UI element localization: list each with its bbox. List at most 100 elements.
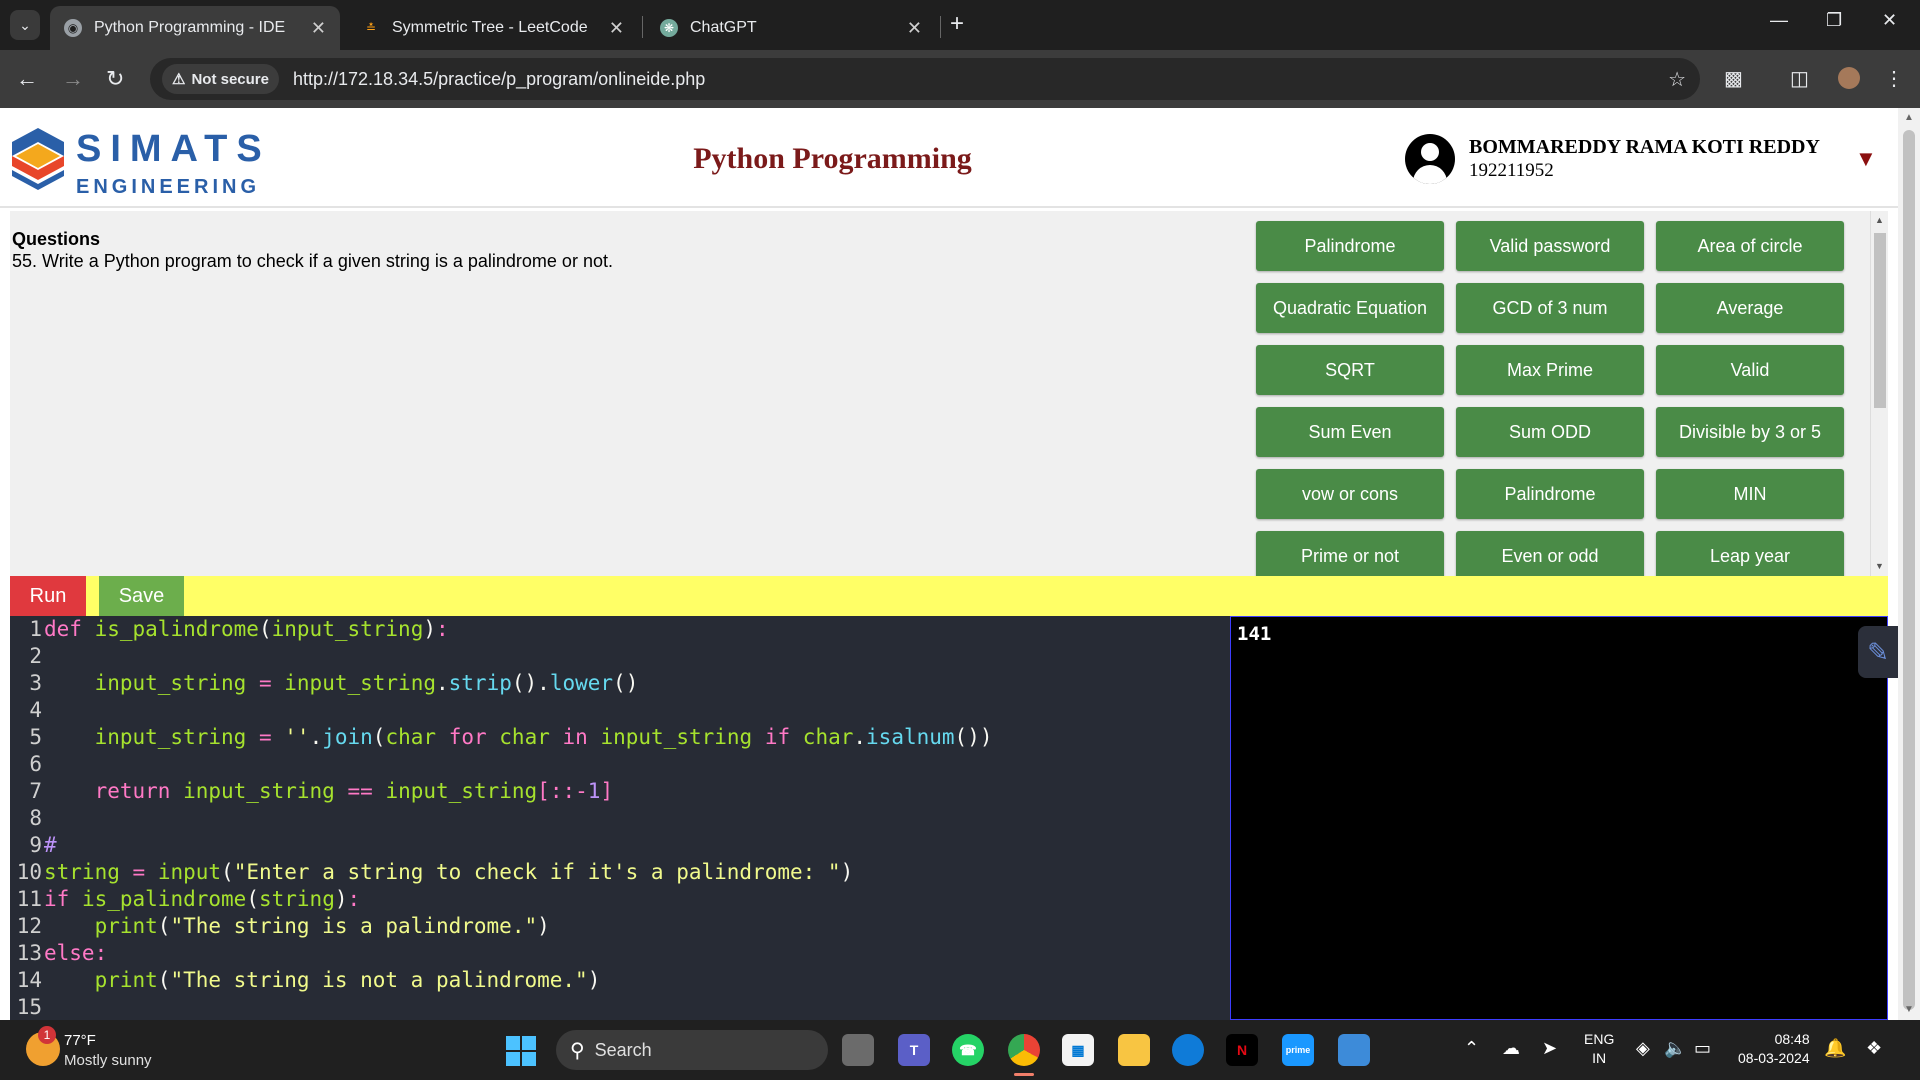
code-text: print("The string is a palindrome.") <box>94 914 550 938</box>
more-menu-icon[interactable]: ⋮ <box>1884 66 1904 91</box>
program-list-scrollbar[interactable]: ▲ ▼ <box>1870 211 1888 576</box>
netflix-icon[interactable]: N <box>1226 1034 1258 1066</box>
scroll-down-arrow-icon[interactable]: ▼ <box>1875 561 1884 571</box>
address-bar-row: ← → ↻ ⚠ Not secure http://172.18.34.5/pr… <box>0 50 1920 108</box>
file-explorer-icon[interactable] <box>1118 1034 1150 1066</box>
weather-temperature[interactable]: 77°F <box>64 1032 96 1049</box>
bookmark-star-icon[interactable]: ☆ <box>1668 67 1686 92</box>
program-button-divisible[interactable]: Divisible by 3 or 5 <box>1656 407 1844 457</box>
chrome-icon[interactable] <box>1008 1034 1040 1066</box>
tab-chatgpt[interactable]: ❋ ChatGPT ✕ <box>646 6 936 50</box>
code-line[interactable]: 7 return input_string == input_string[::… <box>10 778 1230 805</box>
program-button-min[interactable]: MIN <box>1656 469 1844 519</box>
code-line[interactable]: 3 input_string = input_string.strip().lo… <box>10 670 1230 697</box>
code-line[interactable]: 8 <box>10 805 1230 832</box>
code-line[interactable]: 11 if is_palindrome(string): <box>10 886 1230 913</box>
program-button-sum-even[interactable]: Sum Even <box>1256 407 1444 457</box>
location-icon[interactable]: ➤ <box>1542 1038 1557 1059</box>
question-panel: Questions 55. Write a Python program to … <box>10 211 1230 576</box>
extensions-icon[interactable]: ▩ <box>1724 66 1743 91</box>
code-line[interactable]: 4 <box>10 697 1230 724</box>
save-button[interactable]: Save <box>99 576 184 616</box>
language-indicator[interactable]: ENG IN <box>1584 1030 1614 1068</box>
scroll-up-arrow-icon[interactable]: ▲ <box>1875 215 1884 225</box>
back-arrow-icon[interactable]: ← <box>16 66 38 92</box>
system-clock[interactable]: 08:48 08-03-2024 <box>1738 1030 1810 1068</box>
program-button-palindrome[interactable]: Palindrome <box>1256 221 1444 271</box>
program-button-even-or-odd[interactable]: Even or odd <box>1456 531 1644 576</box>
program-button-area-of-circle[interactable]: Area of circle <box>1656 221 1844 271</box>
close-icon[interactable]: ✕ <box>609 18 624 39</box>
whatsapp-icon[interactable]: ☎ <box>952 1034 984 1066</box>
speaker-muted-icon[interactable]: 🔈 <box>1664 1038 1686 1059</box>
program-button-max-prime[interactable]: Max Prime <box>1456 345 1644 395</box>
output-console[interactable]: 141 <box>1230 616 1888 1020</box>
program-button-sum-odd[interactable]: Sum ODD <box>1456 407 1644 457</box>
url-text[interactable]: http://172.18.34.5/practice/p_program/on… <box>293 69 705 90</box>
program-button-prime-or-not[interactable]: Prime or not <box>1256 531 1444 576</box>
side-panel-icon[interactable]: ◫ <box>1790 66 1809 91</box>
minimize-icon[interactable]: — <box>1770 10 1788 31</box>
windows-start-icon[interactable] <box>506 1036 536 1066</box>
new-tab-button[interactable]: + <box>950 10 964 38</box>
page-scrollbar[interactable]: ▲ ▼ <box>1898 108 1920 1020</box>
photos-icon[interactable] <box>1338 1034 1370 1066</box>
program-button-palindrome-2[interactable]: Palindrome <box>1456 469 1644 519</box>
code-line[interactable]: 14 print("The string is not a palindrome… <box>10 967 1230 994</box>
store-icon[interactable]: ▦ <box>1062 1034 1094 1066</box>
program-button-quadratic-equation[interactable]: Quadratic Equation <box>1256 283 1444 333</box>
close-icon[interactable]: ✕ <box>311 18 326 39</box>
omnibox[interactable]: ⚠ Not secure http://172.18.34.5/practice… <box>150 58 1700 100</box>
program-button-gcd[interactable]: GCD of 3 num <box>1456 283 1644 333</box>
user-avatar-icon[interactable] <box>1405 134 1455 184</box>
tray-chevron-up-icon[interactable]: ⌃ <box>1464 1038 1479 1059</box>
tab-python-ide[interactable]: ◉ Python Programming - IDE ✕ <box>50 6 340 50</box>
taskbar-search[interactable]: ⚲ Search <box>556 1030 828 1070</box>
program-button-sqrt[interactable]: SQRT <box>1256 345 1444 395</box>
code-line[interactable]: 15 <box>10 994 1230 1020</box>
code-line[interactable]: 13 else: <box>10 940 1230 967</box>
line-number: 4 <box>29 698 42 722</box>
scroll-up-arrow-icon[interactable]: ▲ <box>1904 112 1914 123</box>
code-line[interactable]: 6 <box>10 751 1230 778</box>
window-close-icon[interactable]: ✕ <box>1882 10 1897 31</box>
task-view-icon[interactable] <box>842 1034 874 1066</box>
code-line[interactable]: 1 def is_palindrome(input_string): <box>10 616 1230 643</box>
onedrive-icon[interactable]: ☁ <box>1502 1038 1520 1059</box>
code-editor[interactable]: 1 def is_palindrome(input_string): 2 3 inpu… <box>10 616 1230 1020</box>
extension-pen-icon[interactable]: ✎ <box>1858 626 1898 678</box>
close-icon[interactable]: ✕ <box>907 18 922 39</box>
scroll-thumb[interactable] <box>1874 233 1886 408</box>
site-info-button[interactable]: ⚠ Not secure <box>162 64 279 94</box>
copilot-icon[interactable]: ❖ <box>1866 1038 1882 1059</box>
tab-search-button[interactable]: ⌄ <box>10 10 40 40</box>
code-line[interactable]: 2 <box>10 643 1230 670</box>
tab-leetcode[interactable]: ≛ Symmetric Tree - LeetCode ✕ <box>348 6 638 50</box>
edge-icon[interactable] <box>1172 1034 1204 1066</box>
code-line[interactable]: 10 string = input("Enter a string to chec… <box>10 859 1230 886</box>
program-button-leap-year[interactable]: Leap year <box>1656 531 1844 576</box>
line-number: 6 <box>29 752 42 776</box>
forward-arrow-icon[interactable]: → <box>62 66 84 92</box>
teams-icon[interactable]: T <box>898 1034 930 1066</box>
battery-icon[interactable]: ▭ <box>1694 1038 1711 1059</box>
program-button-valid-password[interactable]: Valid password <box>1456 221 1644 271</box>
user-menu-caret-icon[interactable]: ▼ <box>1855 146 1877 172</box>
windows-taskbar: 1 77°F Mostly sunny ⚲ Search T ☎ ▦ N pri… <box>0 1020 1920 1080</box>
profile-avatar[interactable] <box>1838 67 1860 89</box>
restore-icon[interactable]: ❐ <box>1826 10 1842 31</box>
run-button[interactable]: Run <box>10 576 86 616</box>
weather-description[interactable]: Mostly sunny <box>64 1052 152 1069</box>
code-line[interactable]: 9 # <box>10 832 1230 859</box>
prime-video-icon[interactable]: prime <box>1282 1034 1314 1066</box>
program-button-valid[interactable]: Valid <box>1656 345 1844 395</box>
code-line[interactable]: 12 print("The string is a palindrome.") <box>10 913 1230 940</box>
code-line[interactable]: 5 input_string = ''.join(char for char i… <box>10 724 1230 751</box>
wifi-icon[interactable]: ◈ <box>1636 1038 1650 1059</box>
scroll-down-arrow-icon[interactable]: ▼ <box>1904 1004 1914 1015</box>
scroll-thumb[interactable] <box>1903 130 1915 1010</box>
reload-icon[interactable]: ↻ <box>106 66 124 92</box>
notification-bell-icon[interactable]: 🔔 <box>1824 1038 1846 1059</box>
program-button-vow-or-cons[interactable]: vow or cons <box>1256 469 1444 519</box>
program-button-average[interactable]: Average <box>1656 283 1844 333</box>
